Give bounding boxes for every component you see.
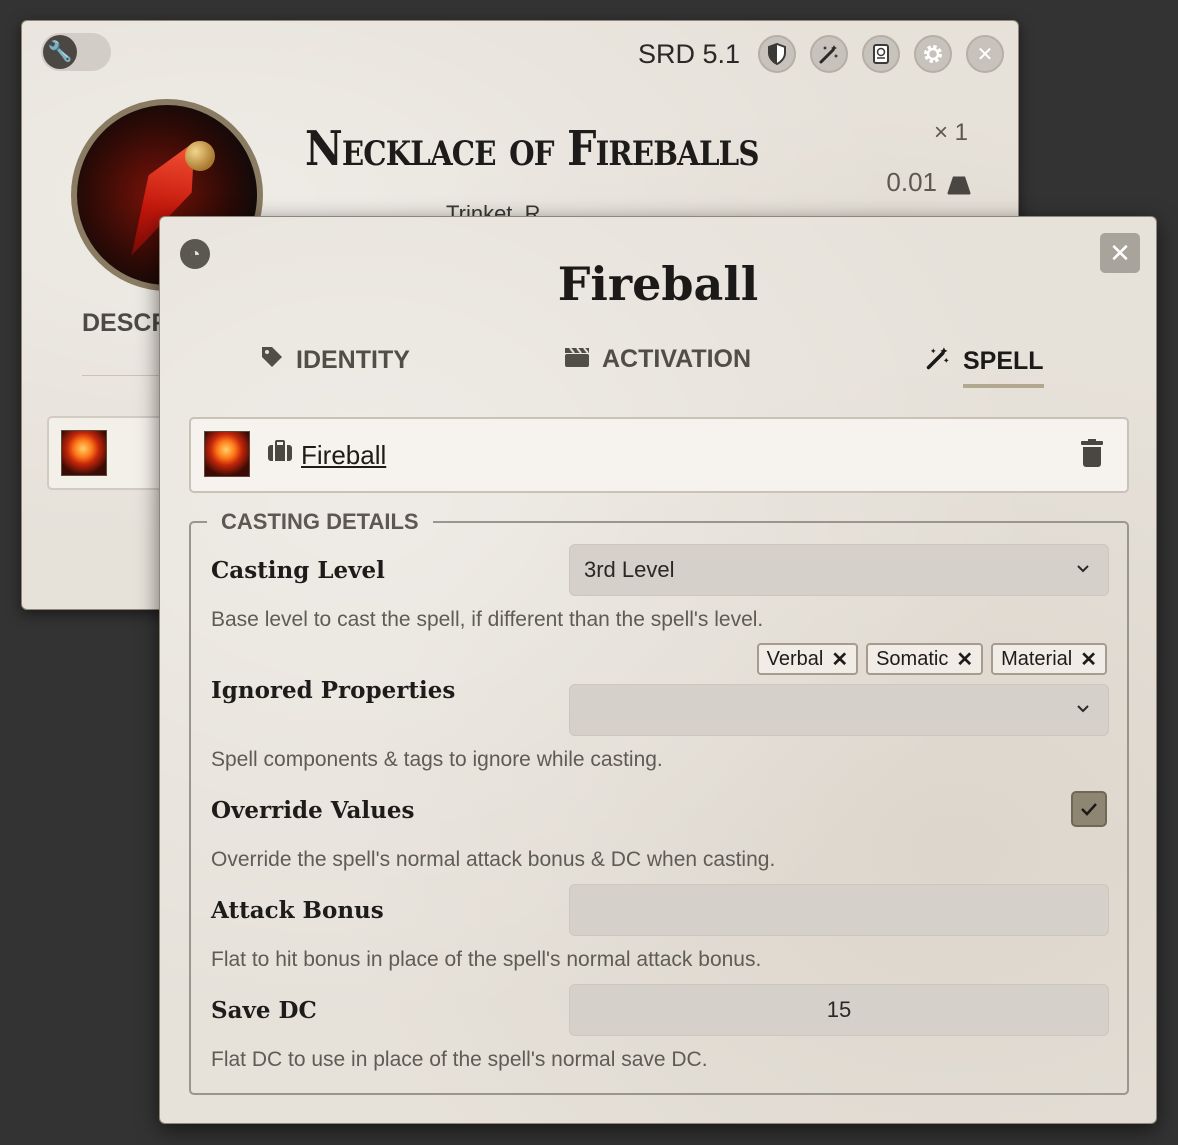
tab-activation[interactable]: ACTIVATION xyxy=(564,345,751,374)
source-label: SRD 5.1 xyxy=(637,38,740,69)
spell-link[interactable]: Fireball xyxy=(301,440,386,471)
item-weight[interactable]: 0.01 xyxy=(886,167,971,198)
override-values-checkbox[interactable] xyxy=(1071,791,1107,827)
save-dc-value: 15 xyxy=(826,997,852,1022)
remove-tag-icon[interactable]: ✕ xyxy=(1080,647,1097,672)
override-values-hint: Override the spell's normal attack bonus… xyxy=(211,848,776,871)
tag-label: Somatic xyxy=(876,647,949,670)
clapperboard-icon xyxy=(564,346,590,374)
tag-verbal[interactable]: Verbal ✕ xyxy=(756,643,859,675)
casting-details-legend: CASTING DETAILS xyxy=(221,509,419,534)
ignored-properties-label: Ignored Properties xyxy=(211,677,456,704)
save-dc-hint: Flat DC to use in place of the spell's n… xyxy=(211,1048,708,1071)
close-icon[interactable]: ✕ xyxy=(966,35,1004,73)
tab-identity[interactable]: IDENTITY xyxy=(260,345,410,375)
wrench-icon: 🔧 xyxy=(43,35,77,69)
tab-label: ACTIVATION xyxy=(602,345,752,373)
casting-level-label: Casting Level xyxy=(211,557,385,584)
tab-label: IDENTITY xyxy=(296,345,410,374)
tab-bar: IDENTITY ACTIVATION SPELL xyxy=(160,345,1156,389)
tag-label: Material xyxy=(1001,647,1073,670)
tab-label: SPELL xyxy=(963,346,1044,388)
item-weight-value: 0.01 xyxy=(886,167,937,197)
casting-level-value: 3rd Level xyxy=(584,557,675,582)
checkmark-icon xyxy=(1080,796,1098,821)
briefcase-icon xyxy=(267,440,293,468)
magic-wand-icon xyxy=(925,345,951,377)
fireball-thumbnail xyxy=(204,431,250,477)
sheet-header-controls: SRD 5.1 ✕ xyxy=(638,35,1004,73)
casting-level-hint: Base level to cast the spell, if differe… xyxy=(211,608,764,631)
linked-spell-row[interactable]: Fireball xyxy=(189,417,1129,493)
item-quantity[interactable]: × 1 xyxy=(934,119,968,147)
tag-label: Verbal xyxy=(766,647,824,670)
chevron-down-icon xyxy=(1076,698,1090,719)
attack-bonus-label: Attack Bonus xyxy=(211,897,384,924)
attack-bonus-hint: Flat to hit bonus in place of the spell'… xyxy=(211,948,762,971)
item-name[interactable]: Necklace of Fireballs xyxy=(305,121,759,177)
fireball-thumbnail xyxy=(61,430,107,476)
tag-material[interactable]: Material ✕ xyxy=(991,643,1107,675)
edit-mode-toggle[interactable]: 🔧 xyxy=(41,33,111,71)
ignored-properties-hint: Spell components & tags to ignore while … xyxy=(211,748,663,771)
shield-icon[interactable] xyxy=(758,35,796,73)
gear-icon[interactable] xyxy=(914,35,952,73)
chevron-down-icon xyxy=(1076,558,1090,579)
save-dc-input[interactable]: 15 xyxy=(569,984,1109,1036)
save-dc-label: Save DC xyxy=(211,997,317,1024)
activity-config-dialog: ◔ ✕ Fireball IDENTITY ACTIVATION SPELL F… xyxy=(159,216,1157,1124)
magic-wand-icon[interactable] xyxy=(810,35,848,73)
weight-icon xyxy=(947,176,971,195)
tag-somatic[interactable]: Somatic ✕ xyxy=(866,643,984,675)
tag-icon xyxy=(260,345,284,375)
attack-bonus-input[interactable] xyxy=(569,884,1109,936)
tab-description[interactable]: DESCR xyxy=(82,309,170,338)
casting-details-fieldset: CASTING DETAILS Casting Level 3rd Level … xyxy=(189,509,1129,1095)
remove-tag-icon[interactable]: ✕ xyxy=(956,647,973,672)
scroll-icon[interactable] xyxy=(862,35,900,73)
trash-icon[interactable] xyxy=(1081,439,1103,467)
override-values-label: Override Values xyxy=(211,797,415,824)
ignored-tags: Verbal ✕ Somatic ✕ Material ✕ xyxy=(756,643,1107,675)
dialog-title: Fireball xyxy=(557,257,759,311)
casting-level-select[interactable]: 3rd Level xyxy=(569,544,1109,596)
tab-spell[interactable]: SPELL xyxy=(925,345,1044,388)
remove-tag-icon[interactable]: ✕ xyxy=(831,647,848,672)
gem-cap xyxy=(185,141,215,171)
ignored-properties-select[interactable] xyxy=(569,684,1109,736)
